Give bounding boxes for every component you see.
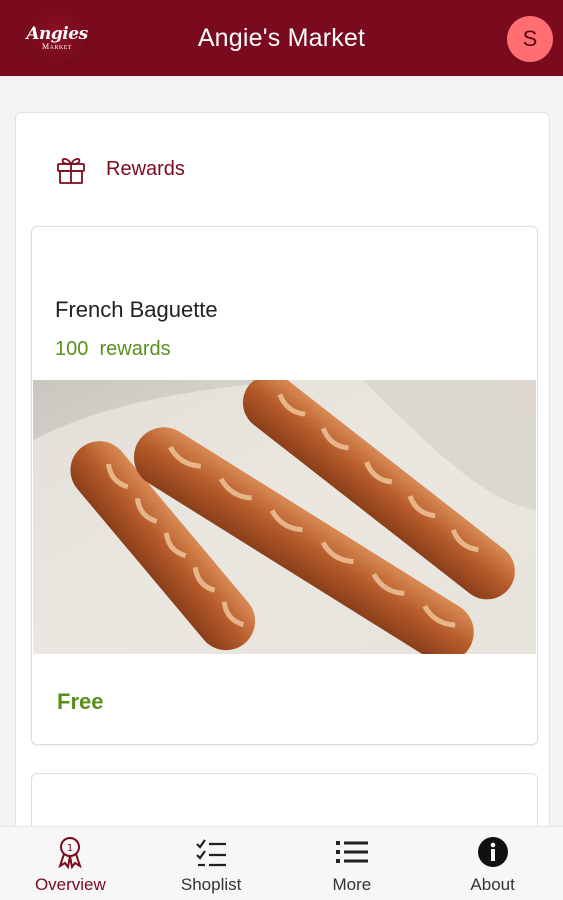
reward-item-points: 100 rewards bbox=[55, 338, 171, 360]
nav-more[interactable]: More bbox=[282, 827, 423, 900]
page-title: Angie's Market bbox=[197, 23, 366, 52]
market-logo[interactable]: Angies Market bbox=[24, 9, 90, 67]
nav-about[interactable]: About bbox=[422, 827, 563, 900]
baguette-photo bbox=[33, 380, 536, 654]
rewards-panel: Rewards French Baguette 100 rewards Free bbox=[15, 112, 550, 893]
list-icon bbox=[335, 841, 368, 863]
nav-label-about: About bbox=[470, 875, 515, 894]
svg-text:1: 1 bbox=[67, 843, 73, 854]
bottom-nav: 1 Overview Shoplist More About bbox=[0, 826, 563, 900]
nav-label-more: More bbox=[332, 875, 372, 894]
rewards-label: Rewards bbox=[106, 157, 185, 180]
avatar[interactable]: S bbox=[507, 16, 553, 62]
app-header: Angies Market Angie's Market S bbox=[0, 0, 563, 76]
checklist-icon bbox=[196, 839, 227, 867]
nav-label-shoplist: Shoplist bbox=[180, 875, 242, 894]
ribbon-badge-icon: 1 bbox=[58, 837, 83, 869]
info-icon bbox=[477, 837, 508, 867]
reward-item-name: French Baguette bbox=[55, 297, 218, 322]
logo-script-text: Angies bbox=[26, 23, 88, 44]
rewards-header: Rewards bbox=[54, 151, 185, 187]
reward-card[interactable]: French Baguette 100 rewards Free bbox=[31, 226, 538, 745]
logo-sub-text: Market bbox=[41, 41, 73, 51]
nav-overview[interactable]: 1 Overview bbox=[0, 827, 141, 900]
nav-shoplist[interactable]: Shoplist bbox=[141, 827, 282, 900]
reward-item-price: Free bbox=[57, 689, 104, 714]
gift-icon bbox=[57, 157, 85, 184]
nav-label-overview: Overview bbox=[34, 875, 106, 894]
